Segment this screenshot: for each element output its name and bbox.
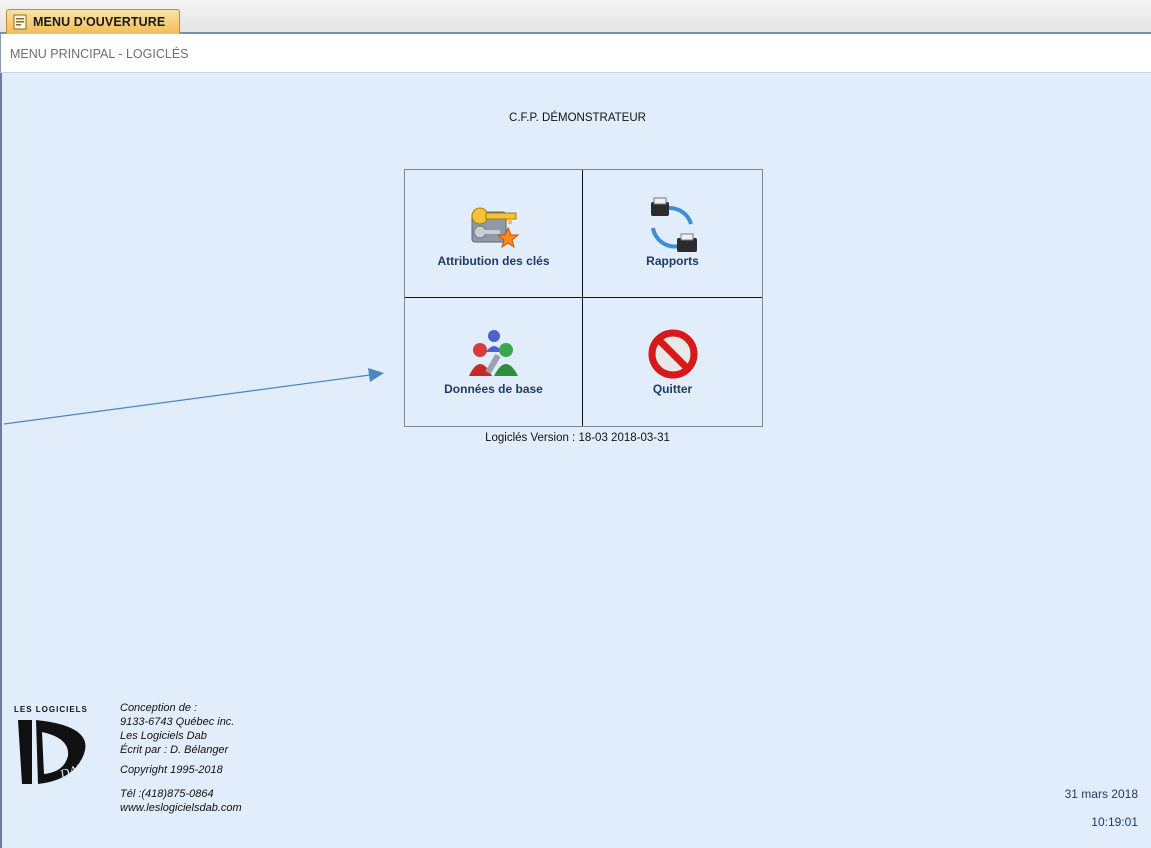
credit-line: Les Logiciels Dab bbox=[120, 730, 207, 742]
no-entry-icon bbox=[648, 329, 697, 379]
tab-menu-ouverture[interactable]: MENU D'OUVERTURE bbox=[6, 9, 180, 34]
copyright: Copyright 1995-2018 bbox=[120, 764, 223, 776]
printers-cycle-icon bbox=[650, 197, 697, 252]
logo: LES LOGICIELS DAB bbox=[14, 705, 88, 784]
keys-icon bbox=[471, 207, 519, 249]
phone: Tél :(418)875-0864 bbox=[120, 788, 214, 800]
rapports-label: Rapports bbox=[646, 254, 699, 268]
users-icon bbox=[468, 330, 518, 376]
form-icon bbox=[13, 14, 27, 30]
credit-line: 9133-6743 Québec inc. bbox=[120, 716, 235, 728]
annotation-arrow bbox=[3, 368, 384, 425]
form-header: MENU PRINCIPAL - LOGICLÉS bbox=[0, 34, 1151, 73]
credit-line: Conception de : bbox=[120, 702, 198, 714]
quitter-button[interactable]: Quitter bbox=[583, 298, 762, 426]
donnees-label: Données de base bbox=[444, 382, 543, 396]
tab-bar: MENU D'OUVERTURE bbox=[0, 0, 1151, 34]
main-menu-grid: Attribution des clés Rapports Données de… bbox=[404, 169, 763, 427]
donnees-button[interactable]: Données de base bbox=[405, 298, 583, 426]
quitter-label: Quitter bbox=[652, 382, 693, 396]
tab-label: MENU D'OUVERTURE bbox=[33, 15, 166, 29]
website: www.leslogicielsdab.com bbox=[120, 802, 242, 814]
attribution-label: Attribution des clés bbox=[437, 254, 550, 268]
current-time: 10:19:01 bbox=[1091, 815, 1138, 829]
version-label: Logiclés Version : 18-03 2018-03-31 bbox=[485, 432, 670, 444]
attribution-button[interactable]: Attribution des clés bbox=[405, 170, 583, 298]
current-date: 31 mars 2018 bbox=[1064, 787, 1138, 801]
form-title: MENU PRINCIPAL - LOGICLÉS bbox=[10, 47, 189, 61]
credits: Conception de : 9133-6743 Québec inc. Le… bbox=[120, 701, 242, 815]
logo-text: LES LOGICIELS bbox=[14, 705, 88, 714]
main-panel: C.F.P. DÉMONSTRATEUR Attribution des clé… bbox=[0, 73, 1151, 848]
rapports-button[interactable]: Rapports bbox=[583, 170, 762, 298]
credit-line: Écrit par : D. Bélanger bbox=[120, 744, 229, 756]
